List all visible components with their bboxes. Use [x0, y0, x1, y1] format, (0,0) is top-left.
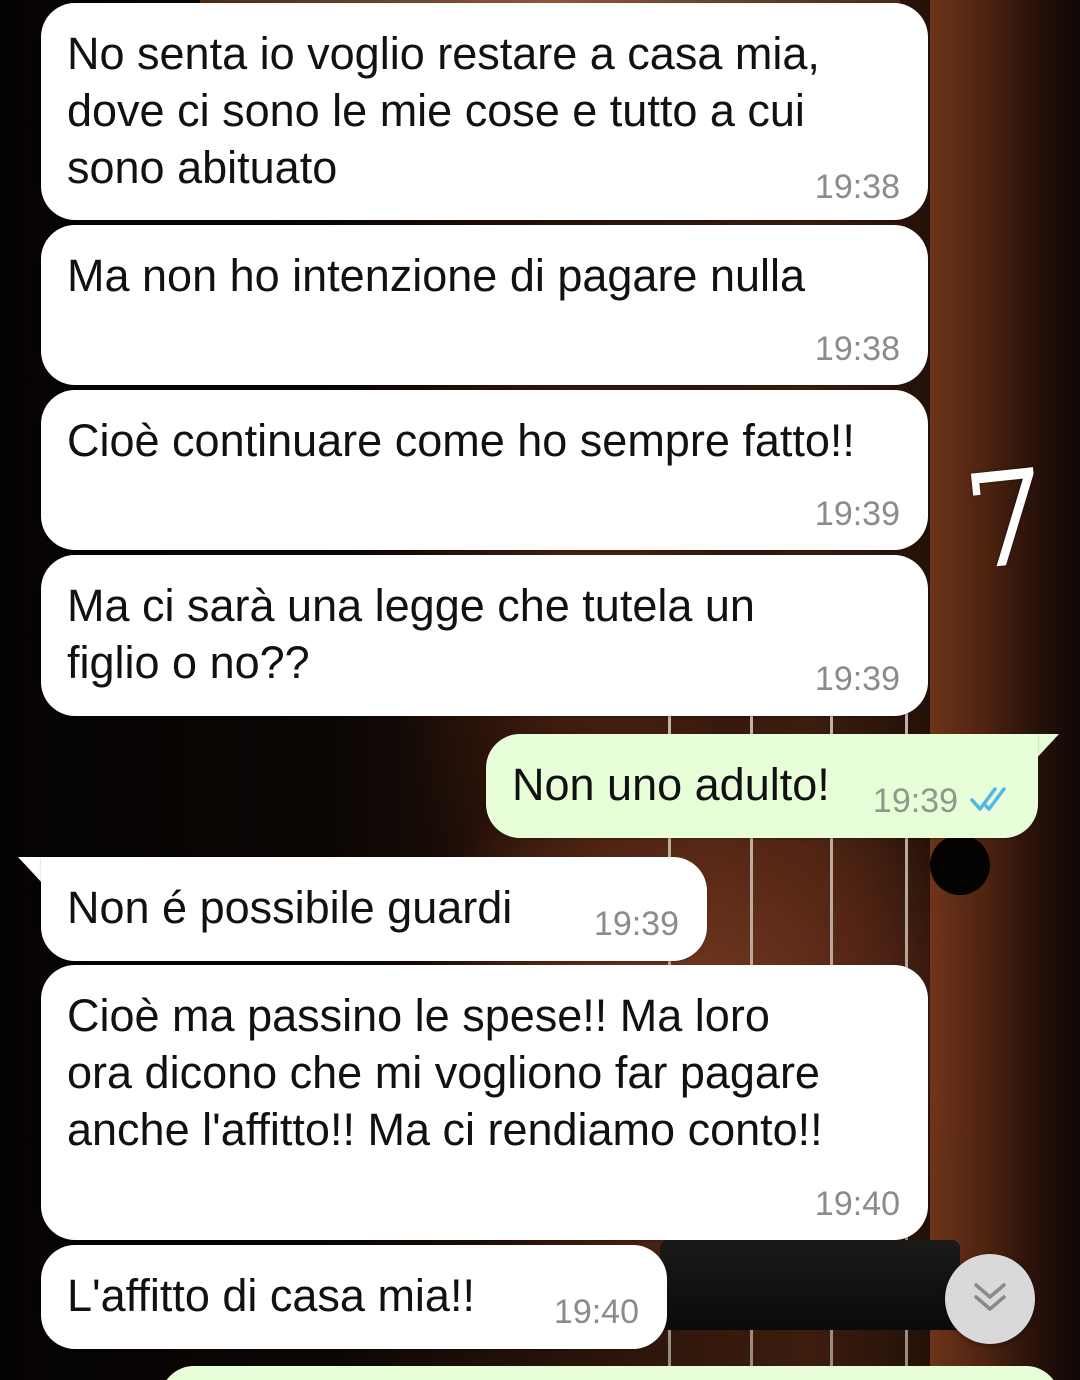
message-bubble-outgoing[interactable]: Non uno adulto! 19:39	[486, 734, 1038, 838]
message-bubble-outgoing-partial[interactable]	[160, 1366, 1060, 1380]
message-timestamp: 19:39	[593, 905, 679, 943]
message-timestamp: 19:38	[814, 330, 900, 368]
message-text: Cioè ma passino le spese!! Ma loro ora d…	[67, 990, 823, 1155]
message-text: Non é possibile guardi	[67, 882, 513, 933]
message-bubble-incoming[interactable]: No senta io voglio restare a casa mia, d…	[41, 3, 928, 220]
message-timestamp: 19:39	[814, 660, 900, 698]
message-timestamp: 19:39	[872, 782, 958, 820]
wallpaper-bridge	[660, 1240, 960, 1330]
wallpaper-violin-edge	[930, 0, 1080, 1380]
message-text: Non uno adulto!	[512, 759, 830, 810]
message-bubble-incoming[interactable]: Non é possibile guardi 19:39	[41, 857, 707, 961]
message-timestamp: 19:40	[553, 1293, 639, 1331]
message-bubble-incoming[interactable]: Cioè ma passino le spese!! Ma loro ora d…	[41, 965, 928, 1240]
message-bubble-incoming[interactable]: Cioè continuare come ho sempre fatto!! 1…	[41, 390, 928, 550]
message-timestamp: 19:39	[814, 495, 900, 533]
message-bubble-incoming[interactable]: Ma ci sarà una legge che tutela un figli…	[41, 555, 928, 716]
message-timestamp: 19:38	[814, 168, 900, 206]
message-text: Cioè continuare come ho sempre fatto!!	[67, 415, 855, 466]
wallpaper-f-hole	[930, 835, 990, 895]
message-text: L'affitto di casa mia!!	[67, 1270, 475, 1321]
message-text: Ma ci sarà una legge che tutela un figli…	[67, 580, 755, 688]
message-bubble-incoming[interactable]: Ma non ho intenzione di pagare nulla 19:…	[41, 225, 928, 385]
message-text: No senta io voglio restare a casa mia, d…	[67, 28, 820, 193]
read-double-check-icon	[970, 787, 1006, 811]
handwritten-number-annotation: 7	[957, 440, 1056, 600]
scroll-to-bottom-button[interactable]	[945, 1254, 1035, 1344]
message-bubble-incoming[interactable]: L'affitto di casa mia!! 19:40	[41, 1245, 667, 1349]
double-chevron-down-icon	[974, 1283, 1006, 1311]
message-text: Ma non ho intenzione di pagare nulla	[67, 250, 806, 301]
message-timestamp: 19:40	[814, 1185, 900, 1223]
